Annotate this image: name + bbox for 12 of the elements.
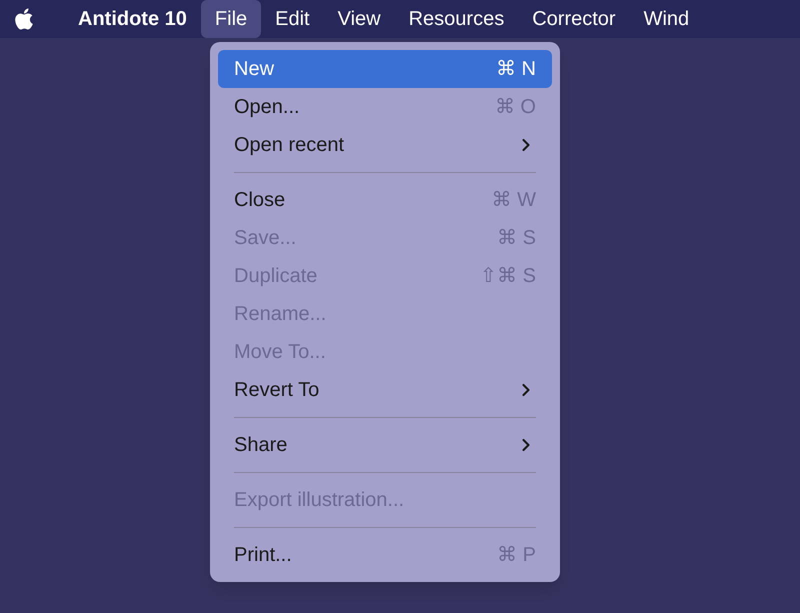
menu-bar-item[interactable]: Wind — [630, 0, 704, 38]
menu-bar-item[interactable]: Edit — [261, 0, 324, 38]
menu-bar-item[interactable]: Corrector — [518, 0, 630, 38]
menu-bar-item[interactable]: Resources — [394, 0, 518, 38]
menu-bar-item[interactable]: File — [200, 0, 262, 38]
shortcut-label: ⌘ N — [496, 57, 536, 82]
app-menu[interactable]: Antidote 10 — [64, 0, 201, 38]
menu-item[interactable]: Revert To — [218, 371, 552, 409]
menu-item[interactable]: Share — [218, 426, 552, 464]
menu-item[interactable]: Open recent — [218, 126, 552, 164]
menu-bar-item[interactable]: View — [324, 0, 395, 38]
menu-item[interactable]: New ⌘ N — [218, 50, 552, 88]
